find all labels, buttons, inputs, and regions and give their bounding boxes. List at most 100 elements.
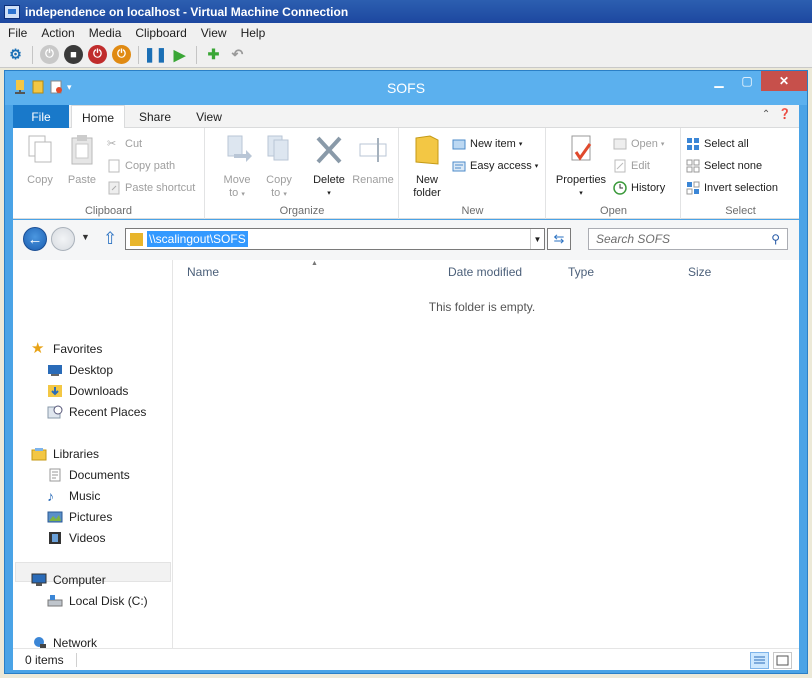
forward-button[interactable] [51, 227, 75, 251]
select-group: Select all Select none Invert selection … [682, 128, 799, 219]
vm-menu-help[interactable]: Help [233, 26, 272, 40]
collapse-ribbon-icon[interactable]: ⌃ [762, 109, 770, 120]
address-text[interactable]: \\scalingout\SOFS [147, 231, 248, 247]
vm-toolbar: ⚙ ⏻ ■ ⏻ ⏻ ❚❚ ▶ ✚ ↶ [0, 42, 812, 68]
ctrl-alt-del-icon[interactable]: ⚙ [6, 45, 25, 64]
column-header-name[interactable]: Name [187, 265, 219, 279]
vm-menu-view[interactable]: View [193, 26, 233, 40]
open-button[interactable]: Open ▾ [613, 134, 664, 154]
nav-downloads-label: Downloads [69, 384, 129, 398]
move-to-button[interactable]: Move to ▾ [216, 134, 258, 201]
new-item-label: New item [470, 138, 516, 150]
new-group: New folder New item ▾ Easy access ▾ New [400, 128, 546, 219]
pause-icon[interactable]: ❚❚ [144, 45, 167, 64]
nav-downloads[interactable]: Downloads [47, 381, 128, 401]
vm-menu-file[interactable]: File [0, 26, 33, 40]
organize-group: Move to ▾ Copy to ▾ Delete ▾ Rename Orga… [206, 128, 399, 219]
tab-home[interactable]: Home [71, 105, 125, 129]
search-input[interactable]: Search SOFS ⚲ [588, 228, 788, 250]
nav-recent-places[interactable]: Recent Places [47, 402, 146, 422]
column-header-date-modified[interactable]: Date modified [448, 265, 522, 279]
easy-access-button[interactable]: Easy access ▾ [452, 156, 538, 176]
tab-view[interactable]: View [183, 105, 235, 128]
properties-icon [571, 135, 592, 161]
select-group-label: Select [725, 205, 756, 217]
explorer-title-bar: ▾ SOFS ▁ ▢ ✕ [5, 71, 807, 105]
select-none-label: Select none [704, 160, 763, 172]
search-placeholder: Search SOFS [596, 232, 671, 246]
copy-label: Copy [27, 174, 53, 186]
minimize-icon[interactable]: ▁ [705, 71, 733, 91]
cut-label: Cut [125, 138, 143, 150]
network-share-icon [130, 232, 143, 246]
easy-access-icon [452, 161, 466, 172]
edit-button[interactable]: Edit [613, 156, 650, 176]
resume-icon[interactable]: ▶ [170, 45, 189, 64]
copy-to-label-2: to [271, 187, 281, 199]
nav-music-label: Music [69, 489, 101, 503]
help-icon[interactable]: ❓ [779, 109, 791, 120]
nav-computer-label: Computer [53, 573, 106, 587]
nav-music[interactable]: ♪ Music [47, 486, 100, 506]
cut-button[interactable]: ✂ Cut [107, 134, 142, 154]
nav-local-disk[interactable]: Local Disk (C:) [47, 591, 148, 611]
vm-menu-media[interactable]: Media [81, 26, 128, 40]
nav-documents[interactable]: Documents [47, 465, 130, 485]
navigation-pane: ★ Favorites Desktop Downloads Recent Pla… [13, 260, 173, 650]
properties-button[interactable]: Properties ▾ [553, 134, 609, 200]
nav-videos[interactable]: Videos [47, 528, 105, 548]
start-icon[interactable]: ⏻ [40, 45, 59, 64]
nav-libraries[interactable]: Libraries [31, 444, 99, 464]
toolbar-separator [32, 45, 33, 64]
paste-shortcut-icon [108, 181, 120, 195]
nav-documents-label: Documents [69, 468, 130, 482]
invert-selection-button[interactable]: Invert selection [686, 178, 778, 198]
recent-locations-dropdown-icon[interactable]: ▼ [81, 232, 90, 242]
search-icon[interactable]: ⚲ [771, 232, 780, 246]
paste-button[interactable]: Paste [61, 134, 103, 187]
copy-to-button[interactable]: Copy to ▾ [258, 134, 300, 201]
column-header-type[interactable]: Type [568, 265, 594, 279]
nav-pictures[interactable]: Pictures [47, 507, 112, 527]
history-button[interactable]: History [613, 178, 665, 198]
copy-button[interactable]: Copy [19, 134, 61, 187]
nav-desktop[interactable]: Desktop [47, 360, 113, 380]
move-to-label-1: Move [223, 174, 251, 186]
address-bar[interactable]: \\scalingout\SOFS ▼ [125, 228, 545, 250]
up-arrow-icon[interactable]: ⇧ [103, 229, 117, 249]
copy-path-button[interactable]: Copy path [107, 156, 175, 176]
refresh-button[interactable]: ⇆ [547, 228, 571, 250]
back-button[interactable]: ← [23, 227, 47, 251]
nav-computer[interactable]: Computer [31, 570, 106, 590]
select-all-button[interactable]: Select all [686, 134, 749, 154]
select-none-icon [686, 159, 700, 173]
vm-menu-action[interactable]: Action [33, 26, 80, 40]
new-folder-button[interactable]: New folder [406, 134, 448, 200]
select-none-button[interactable]: Select none [686, 156, 762, 176]
close-icon[interactable]: ✕ [761, 71, 807, 91]
paste-icon [71, 135, 93, 165]
turn-off-icon[interactable]: ■ [64, 45, 83, 64]
organize-group-label: Organize [279, 205, 325, 217]
checkpoint-icon[interactable]: ✚ [204, 45, 223, 64]
shutdown-icon[interactable]: ⏻ [88, 45, 107, 64]
libraries-icon [31, 448, 47, 461]
rename-button[interactable]: Rename [352, 134, 394, 187]
address-dropdown-icon[interactable]: ▼ [530, 229, 544, 249]
tab-file[interactable]: File [13, 105, 69, 128]
large-icons-view-icon[interactable] [773, 652, 792, 669]
power-icon[interactable]: ⏻ [112, 45, 131, 64]
properties-dropdown-icon: ▾ [579, 190, 583, 197]
new-item-button[interactable]: New item ▾ [452, 134, 522, 154]
toolbar-separator [138, 45, 139, 64]
tab-share[interactable]: Share [129, 105, 181, 128]
refresh-icon: ⇆ [553, 231, 565, 246]
revert-icon[interactable]: ↶ [228, 45, 247, 64]
vm-menu-clipboard[interactable]: Clipboard [127, 26, 192, 40]
nav-favorites[interactable]: ★ Favorites [31, 339, 102, 359]
details-view-icon[interactable] [750, 652, 769, 669]
column-header-size[interactable]: Size [688, 265, 711, 279]
delete-button[interactable]: Delete ▾ [308, 134, 350, 200]
maximize-icon[interactable]: ▢ [733, 71, 761, 91]
paste-shortcut-button[interactable]: Paste shortcut [107, 178, 195, 198]
